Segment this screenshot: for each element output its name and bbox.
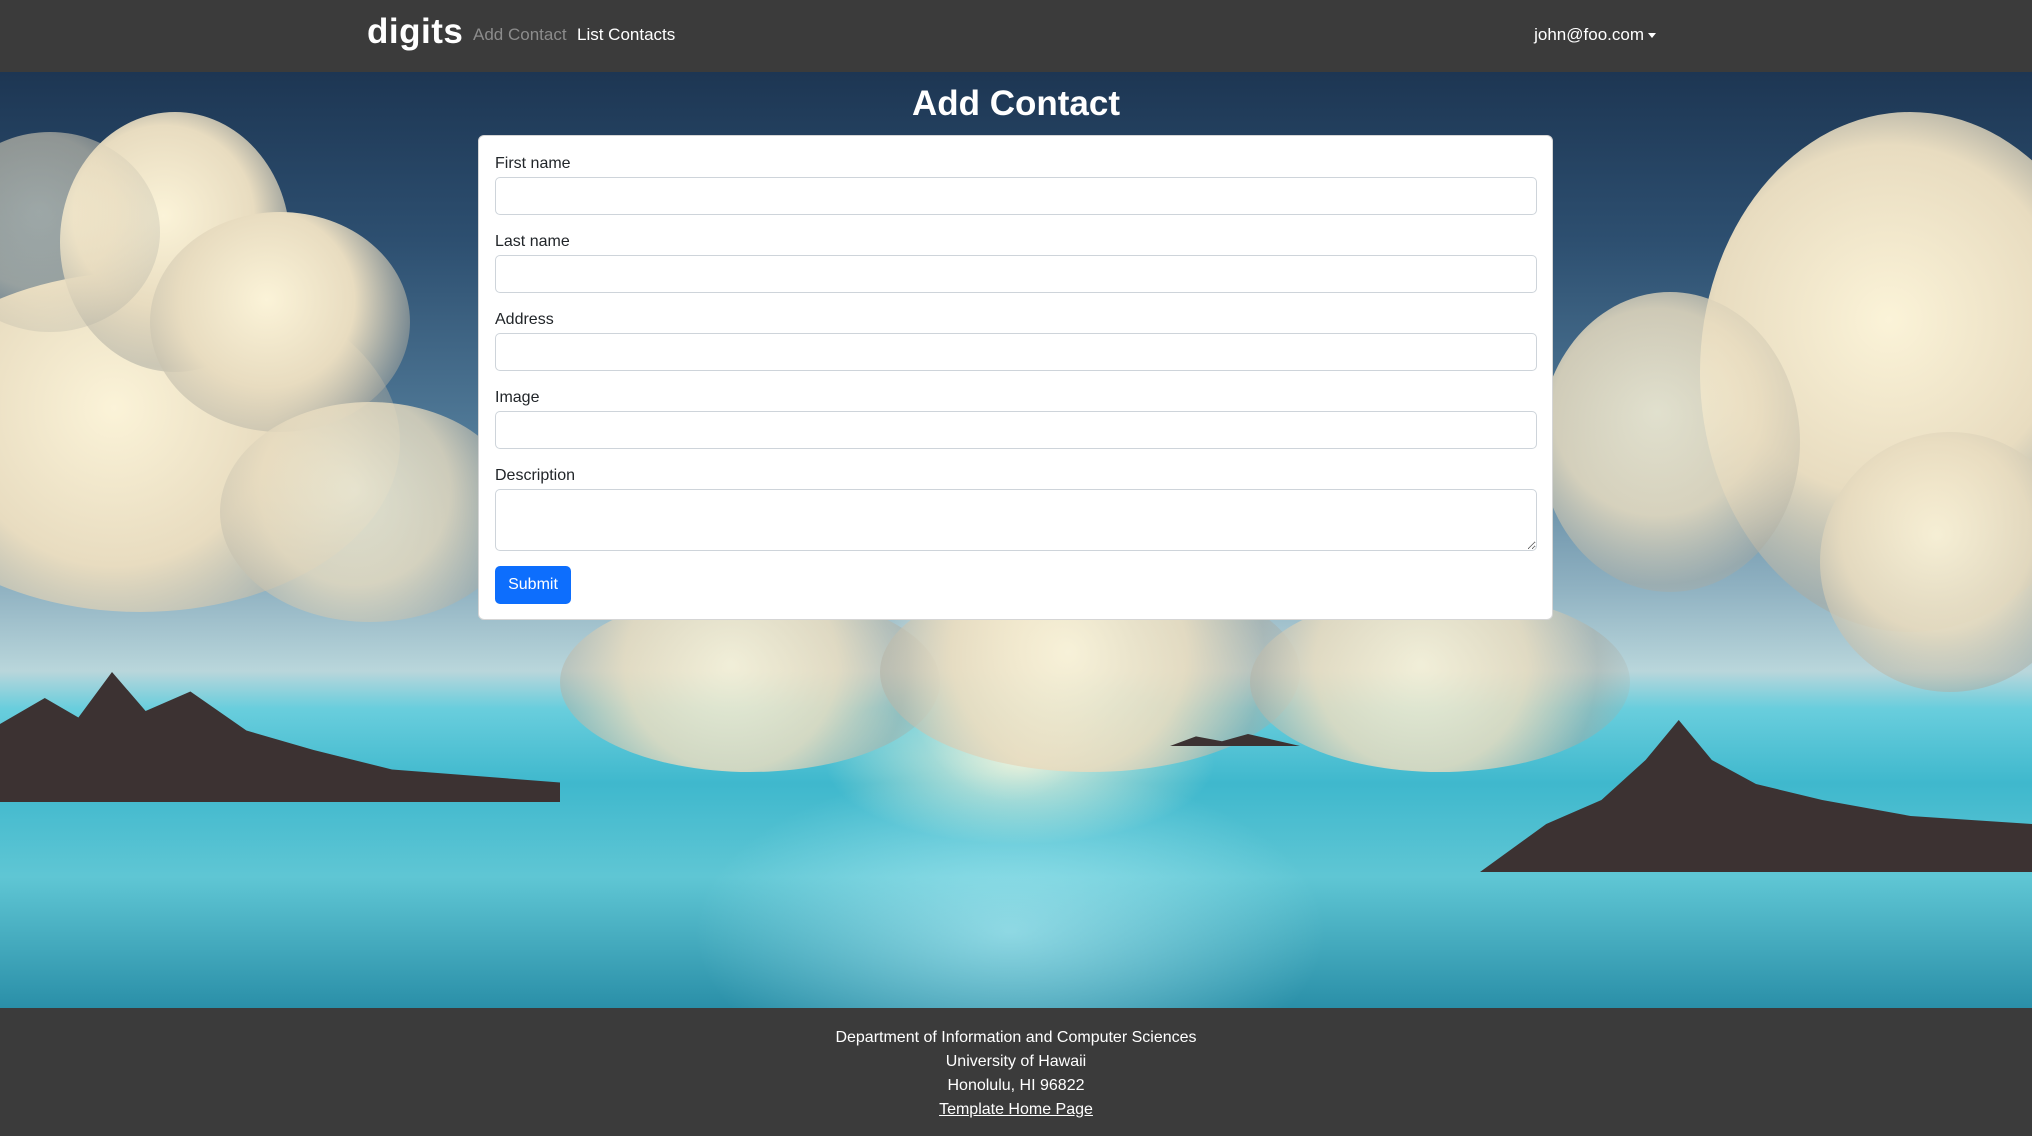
image-field[interactable] [495, 411, 1537, 449]
caret-down-icon [1648, 33, 1656, 39]
page-title: Add Contact [911, 84, 1121, 123]
first-name-label: First name [495, 155, 571, 172]
add-contact-form: First name Last name Address Image Descr… [478, 135, 1553, 620]
footer-address: Honolulu, HI 96822 [947, 1077, 1085, 1094]
footer-department: Department of Information and Computer S… [835, 1029, 1197, 1046]
last-name-field[interactable] [495, 255, 1537, 293]
description-label: Description [495, 467, 576, 484]
address-field[interactable] [495, 333, 1537, 371]
description-field[interactable] [495, 489, 1537, 551]
address-label: Address [495, 311, 554, 328]
navbar: digits Add Contact List Contacts john@fo… [0, 0, 2032, 72]
footer: Department of Information and Computer S… [0, 1008, 2032, 1136]
user-dropdown[interactable]: john@foo.com [1534, 25, 1656, 45]
nav-add-contact[interactable]: Add Contact [473, 25, 567, 45]
brand-logo[interactable]: digits [367, 12, 463, 52]
first-name-field[interactable] [495, 177, 1537, 215]
user-email: john@foo.com [1534, 25, 1644, 44]
last-name-label: Last name [495, 233, 570, 250]
nav-list-contacts[interactable]: List Contacts [577, 25, 675, 45]
footer-university: University of Hawaii [945, 1053, 1087, 1070]
image-label: Image [495, 389, 540, 406]
template-home-link[interactable]: Template Home Page [939, 1101, 1093, 1118]
submit-button[interactable]: Submit [495, 566, 571, 604]
